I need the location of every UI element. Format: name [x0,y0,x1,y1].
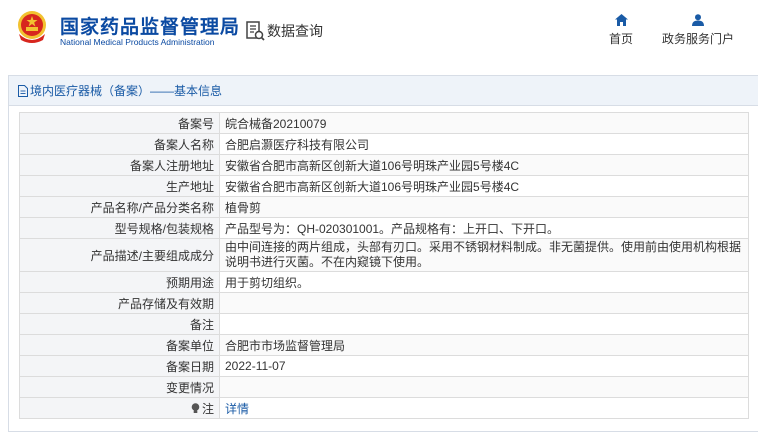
row-value [219,292,749,314]
row-label: 变更情况 [19,376,220,398]
row-value: 2022-11-07 [219,355,749,377]
lightbulb-icon [191,402,200,413]
row-value: 产品型号为：QH-020301001。产品规格有：上开口、下开口。 [219,217,749,239]
nav-home-label: 首页 [608,32,633,46]
row-label: 产品名称/产品分类名称 [19,196,220,218]
row-label: 型号规格/包装规格 [19,217,220,239]
table-row: 备案人注册地址 安徽省合肥市高新区创新大道106号明珠产业园5号楼4C [19,154,749,176]
table-row: 产品名称/产品分类名称 植骨剪 [19,196,749,218]
table-row: 备注 [19,313,749,335]
record-info-table: 备案号 皖合械备20210079 备案人名称 合肥启灏医疗科技有限公司 备案人注… [19,112,749,419]
record-panel: 境内医疗器械（备案）——基本信息 备案号 皖合械备20210079 备案人名称 … [8,75,758,432]
panel-header: 境内医疗器械（备案）——基本信息 [9,76,758,106]
table-row: 预期用途 用于剪切组织。 [19,271,749,293]
row-label: 备案号 [19,112,220,134]
note-label: 注 [191,400,214,417]
document-icon [18,84,28,97]
row-value: 植骨剪 [219,196,749,218]
row-label: 备注 [19,313,220,335]
row-value [219,313,749,335]
agency-name-cn: 国家药品监督管理局 [60,17,241,38]
row-value: 合肥市市场监督管理局 [219,334,749,356]
nav-home[interactable]: 首页 [606,14,636,47]
row-value: 详情 [219,397,749,419]
row-value: 用于剪切组织。 [219,271,749,293]
row-label: 生产地址 [19,175,220,197]
table-row: 备案日期 2022-11-07 [19,355,749,377]
row-label: 备案人名称 [19,133,220,155]
table-row: 备案人名称 合肥启灏医疗科技有限公司 [19,133,749,155]
table-row: 备案单位 合肥市市场监督管理局 [19,334,749,356]
panel-title: 境内医疗器械（备案）——基本信息 [30,84,223,98]
national-emblem-icon [18,11,46,43]
table-row: 注 详情 [19,397,749,419]
data-query-link[interactable]: 数据查询 [244,20,323,42]
agency-name-en: National Medical Products Administration [60,37,215,47]
row-label: 备案单位 [19,334,220,356]
row-label: 预期用途 [19,271,220,293]
nav-service-portal[interactable]: 政务服务门户 [660,14,736,47]
document-search-icon [246,21,265,41]
row-value: 由中间连接的两片组成，头部有刃口。采用不锈钢材料制成。非无菌提供。使用前由使用机… [219,238,749,272]
row-label: 产品存储及有效期 [19,292,220,314]
site-header: 国家药品监督管理局 National Medical Products Admi… [0,0,758,64]
row-value: 皖合械备20210079 [219,112,749,134]
row-label: 产品描述/主要组成成分 [19,238,220,272]
data-query-label: 数据查询 [267,23,323,39]
row-label: 备案日期 [19,355,220,377]
details-link[interactable]: 详情 [225,402,249,416]
note-label-text: 注 [201,401,214,416]
row-value [219,376,749,398]
note-label-cell: 注 [19,397,220,419]
table-row: 变更情况 [19,376,749,398]
row-value: 安徽省合肥市高新区创新大道106号明珠产业园5号楼4C [219,154,749,176]
row-label: 备案人注册地址 [19,154,220,176]
row-value: 安徽省合肥市高新区创新大道106号明珠产业园5号楼4C [219,175,749,197]
table-row: 产品描述/主要组成成分 由中间连接的两片组成，头部有刃口。采用不锈钢材料制成。非… [19,238,749,272]
table-row: 型号规格/包装规格 产品型号为：QH-020301001。产品规格有：上开口、下… [19,217,749,239]
user-icon [692,14,704,26]
table-row: 生产地址 安徽省合肥市高新区创新大道106号明珠产业园5号楼4C [19,175,749,197]
table-row: 备案号 皖合械备20210079 [19,112,749,134]
nav-service-portal-label: 政务服务门户 [661,32,734,46]
table-row: 产品存储及有效期 [19,292,749,314]
row-value: 合肥启灏医疗科技有限公司 [219,133,749,155]
home-icon [614,14,628,26]
